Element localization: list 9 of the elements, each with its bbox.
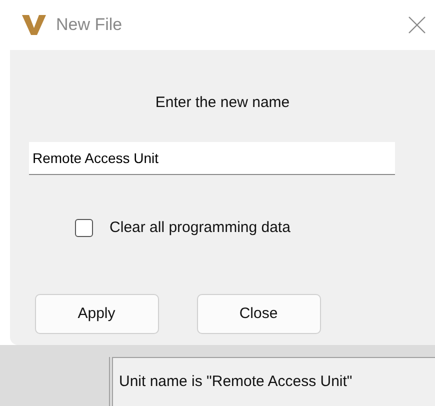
- dialog-button[interactable]: Apply: [34, 294, 158, 334]
- name-input-field[interactable]: Remote Access Unit: [28, 142, 394, 174]
- checkbox[interactable]: [74, 218, 93, 237]
- status-text: Unit name is "Remote Access Unit": [119, 372, 352, 392]
- app-logo-icon: [22, 15, 46, 35]
- prompt-label: Enter the new name: [155, 93, 290, 113]
- window-title: New File: [56, 14, 122, 36]
- checkbox-label: Clear all programming data: [110, 218, 290, 238]
- dialog-button[interactable]: Close: [196, 294, 320, 334]
